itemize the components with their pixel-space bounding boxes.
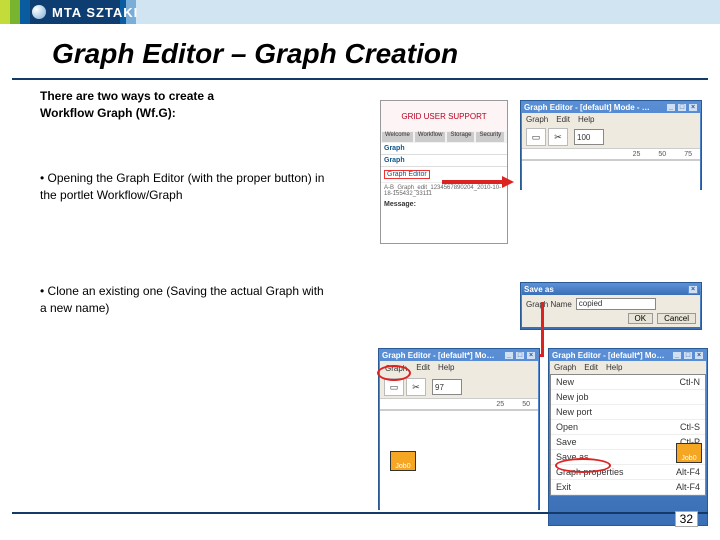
editor-canvas[interactable] [522, 160, 700, 190]
ruler-tick: 25 [496, 401, 504, 408]
ruler-tick: 50 [522, 401, 530, 408]
minimize-icon[interactable]: _ [504, 351, 514, 360]
saveas-input[interactable]: copied [576, 298, 656, 310]
editor-ruler: 25 50 75 [522, 148, 700, 160]
toolbar-newjob-icon[interactable]: ▭ [384, 378, 404, 396]
portal-message-label: Message: [381, 199, 507, 210]
portal-tabs: Welcome Workflow Storage Security [381, 131, 507, 143]
minimize-icon[interactable]: _ [666, 103, 676, 112]
screenshot-saveas-dialog: Save as × Graph Name copied OK Cancel [520, 282, 702, 330]
annotation-line-icon [541, 302, 544, 356]
arrow-icon [442, 177, 514, 187]
screenshot-portal: GRID USER SUPPORT Welcome Workflow Stora… [380, 100, 508, 244]
toolbar-cut-icon[interactable]: ✂ [406, 378, 426, 396]
screenshot-editor-blank: Graph Editor - [default] Mode - … _ □ × … [520, 100, 702, 190]
logo-ball-icon [32, 5, 46, 19]
zoom-field[interactable]: 100 [574, 129, 604, 145]
brand-logo: MTA SZTAKI [0, 5, 138, 20]
editor-menubar: Graph Edit Help [522, 113, 700, 126]
portal-tab: Workflow [415, 132, 446, 142]
menu-help[interactable]: Help [606, 363, 622, 372]
menu-item-open[interactable]: OpenCtl-S [551, 420, 705, 435]
close-icon[interactable]: × [526, 351, 536, 360]
menu-graph[interactable]: Graph [526, 115, 548, 124]
portal-section: Graph [381, 155, 507, 167]
job-node[interactable]: Job0 [676, 443, 702, 463]
minimize-icon[interactable]: _ [672, 351, 682, 360]
window-title: Graph Editor - [default] Mode - … [524, 103, 650, 112]
portal-subtab: Graph [381, 143, 507, 155]
bullet-clone: • Clone an existing one (Saving the actu… [0, 283, 330, 317]
menu-item-exit[interactable]: ExitAlt-F4 [551, 480, 705, 495]
close-icon[interactable]: × [688, 103, 698, 112]
page-number: 32 [675, 511, 698, 527]
screenshot-editor-graphmenu: Graph Editor - [default*] Mo… _ □ × Grap… [378, 348, 540, 510]
menu-item-newjob[interactable]: New job [551, 390, 705, 405]
dialog-title: Save as [524, 285, 554, 294]
slide-title: Graph Editor – Graph Creation [12, 24, 708, 80]
close-icon[interactable]: × [688, 285, 698, 294]
window-title: Graph Editor - [default*] Mo… [382, 351, 494, 360]
menu-edit[interactable]: Edit [416, 363, 430, 374]
close-icon[interactable]: × [694, 351, 704, 360]
graph-menu-dropdown: NewCtl-N New job New port OpenCtl-S Save… [550, 374, 706, 496]
bullet-open-editor: • Opening the Graph Editor (with the pro… [0, 170, 330, 204]
menu-edit[interactable]: Edit [584, 363, 598, 372]
portal-graph-editor-button[interactable]: Graph Editor [384, 170, 430, 179]
maximize-icon[interactable]: □ [677, 103, 687, 112]
maximize-icon[interactable]: □ [683, 351, 693, 360]
toolbar-newjob-icon[interactable]: ▭ [526, 128, 546, 146]
menu-graph[interactable]: Graph [384, 363, 408, 374]
saveas-label: Graph Name [526, 300, 572, 309]
portal-tab: Security [476, 132, 504, 142]
menu-edit[interactable]: Edit [556, 115, 570, 124]
footer-divider [12, 512, 708, 514]
menu-help[interactable]: Help [578, 115, 594, 124]
cancel-button[interactable]: Cancel [657, 313, 696, 324]
job-node[interactable]: Job0 [390, 451, 416, 471]
menu-item-newport[interactable]: New port [551, 405, 705, 420]
maximize-icon[interactable]: □ [515, 351, 525, 360]
ruler-tick: 75 [684, 151, 692, 158]
ruler-tick: 25 [633, 151, 641, 158]
menu-help[interactable]: Help [438, 363, 454, 374]
portal-banner: GRID USER SUPPORT [381, 101, 507, 131]
brand-text: MTA SZTAKI [52, 5, 138, 20]
menu-item-properties[interactable]: Graph propertiesAlt-F4 [551, 465, 705, 480]
brand-bar: MTA SZTAKI [0, 0, 720, 24]
zoom-field[interactable]: 97 [432, 379, 462, 395]
screenshot-editor-dropdown: Graph Editor - [default*] Mo… _ □ × Grap… [548, 348, 708, 526]
toolbar-cut-icon[interactable]: ✂ [548, 128, 568, 146]
ruler-tick: 50 [658, 151, 666, 158]
menu-graph[interactable]: Graph [554, 363, 576, 372]
menu-item-new[interactable]: NewCtl-N [551, 375, 705, 390]
portal-tab: Welcome [382, 132, 413, 142]
editor-toolbar: ▭ ✂ 100 [522, 126, 700, 148]
intro-text: There are two ways to create a Workflow … [0, 88, 260, 122]
portal-tab: Storage [447, 132, 474, 142]
window-title: Graph Editor - [default*] Mo… [552, 351, 664, 360]
ok-button[interactable]: OK [628, 313, 654, 324]
